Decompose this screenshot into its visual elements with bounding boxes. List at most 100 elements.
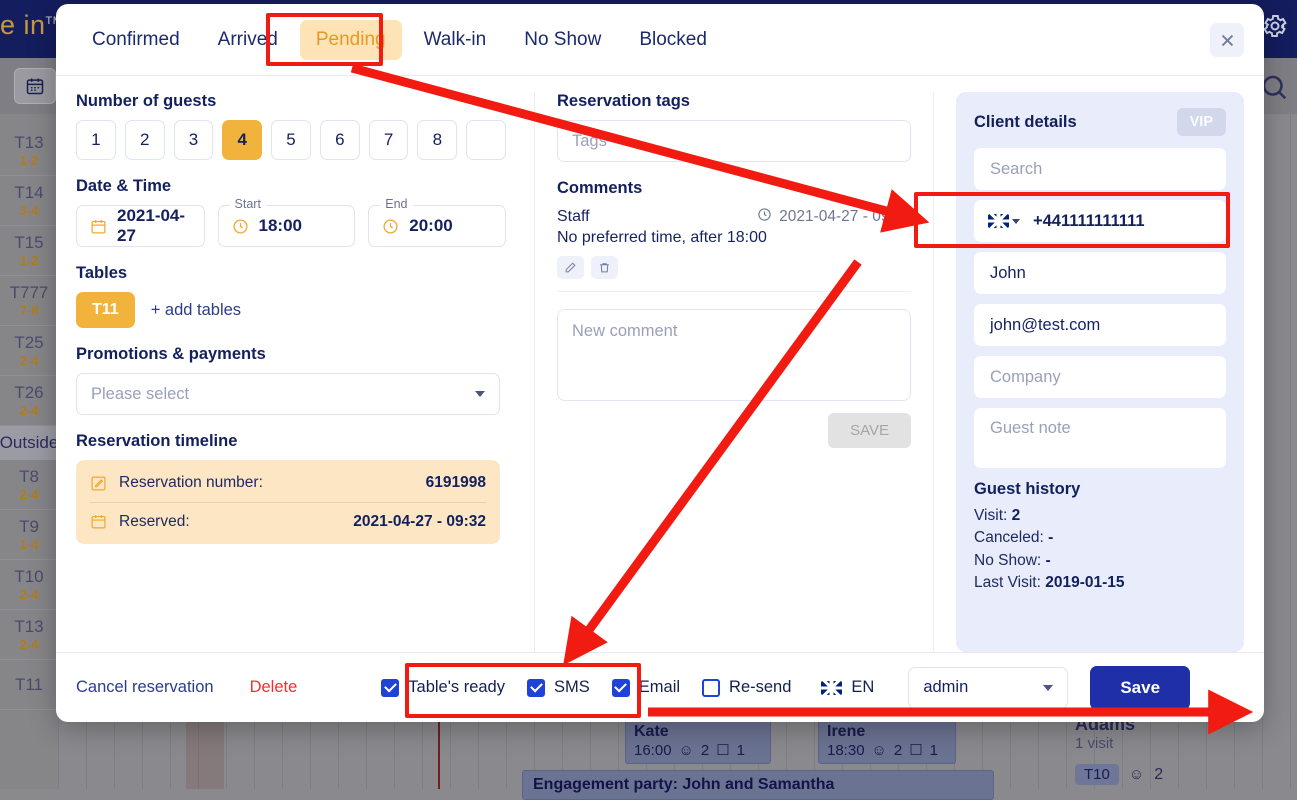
promotions-title: Promotions & payments [76,345,506,364]
table-list-item[interactable]: T26 2-4 [0,376,58,426]
reservation-guest-count: 2 [701,742,709,759]
table-list-item[interactable]: T10 2-4 [0,560,58,610]
guest-visits: 1 visit [1075,735,1297,752]
checkbox-email[interactable]: Email [612,678,680,697]
checkbox-box [702,679,720,697]
table-list-item[interactable]: T777 7-8 [0,276,58,326]
new-comment-input[interactable]: New comment [557,309,911,401]
modal-body: Number of guests 1 2 3 4 5 6 7 8 Date & … [56,76,1264,652]
table-name: T11 [15,675,43,695]
comment-save-button[interactable]: SAVE [828,413,911,448]
user-select-value: admin [923,678,968,697]
add-tables-button[interactable]: + add tables [151,301,241,320]
delete-button[interactable]: Delete [250,678,298,697]
guest-count-6[interactable]: 6 [320,120,360,160]
history-value: - [1046,552,1051,569]
tab-confirmed[interactable]: Confirmed [76,20,196,60]
checkbox-sms[interactable]: SMS [527,678,590,697]
notification-checkbox-group: Table's ready SMS Email Re-send [381,678,791,697]
checkbox-label: Table's ready [408,678,505,697]
table-capacity: 1-2 [20,253,39,268]
guest-party-size: 2 [1154,766,1163,784]
client-panel-header: Client details VIP [974,108,1226,136]
comment-text: No preferred time, after 18:00 [557,229,911,247]
tags-input[interactable]: Tags [557,120,911,162]
reservation-guest-count: 2 [894,742,902,759]
history-label: Canceled: [974,529,1044,546]
date-field[interactable]: 2021-04-27 [76,205,205,247]
timeline-value: 2021-04-27 - 09:32 [353,513,486,531]
save-button[interactable]: Save [1090,666,1190,710]
client-phone-input[interactable]: +441111111111 [974,200,1226,242]
user-select[interactable]: admin [908,667,1068,709]
end-time-field[interactable]: End 20:00 [368,205,506,247]
client-company-input[interactable]: Company [974,356,1226,398]
reservation-booking-count: 1 [737,742,745,759]
person-icon: ☺ [679,742,694,759]
reservation-time: 16:00 [634,742,672,759]
client-search-input[interactable]: Search [974,148,1226,190]
table-list-item[interactable]: T15 1-2 [0,226,58,276]
table-list-item[interactable]: T13 1-2 [0,126,58,176]
comment-header: Staff 2021-04-27 - 09:32 [557,207,911,227]
calendar-icon[interactable] [14,68,56,104]
promotions-select[interactable]: Please select [76,373,500,415]
gear-icon[interactable] [1261,12,1289,40]
table-list-item[interactable]: T14 3-4 [0,176,58,226]
table-name: T15 [14,233,43,253]
vip-badge[interactable]: VIP [1177,108,1226,136]
history-row-no-show: No Show: - [974,550,1226,572]
table-list-item[interactable]: T9 1-4 [0,510,58,560]
guest-history-list: Visit: 2 Canceled: - No Show: - Last Vis… [974,505,1226,595]
table-name: T26 [14,383,43,403]
edit-icon [90,475,107,492]
comment-timestamp: 2021-04-27 - 09:32 [779,208,911,226]
comment-timestamp-wrap: 2021-04-27 - 09:32 [757,207,911,227]
reservation-booking-count: 1 [930,742,938,759]
client-guest-note-input[interactable]: Guest note [974,408,1226,468]
guest-count-3[interactable]: 3 [174,120,214,160]
table-chip-t11[interactable]: T11 [76,292,135,328]
guest-count-1[interactable]: 1 [76,120,116,160]
booking-icon: ☐ [909,741,922,759]
tab-arrived[interactable]: Arrived [202,20,294,60]
event-card[interactable]: Engagement party: John and Samantha [522,770,994,800]
checkbox-label: SMS [554,678,590,697]
guest-count-4[interactable]: 4 [222,120,262,160]
checkbox-tables-ready[interactable]: Table's ready [381,678,505,697]
calendar-icon [90,218,107,235]
reservation-card[interactable]: Kate 16:00 ☺ 2 ☐ 1 [625,718,771,764]
table-list-item[interactable]: T11 [0,660,58,710]
guests-title: Number of guests [76,92,506,111]
checkbox-resend[interactable]: Re-send [702,678,791,697]
tab-blocked[interactable]: Blocked [623,20,723,60]
guest-count-more[interactable] [466,120,506,160]
edit-icon[interactable] [557,256,584,279]
client-panel: Client details VIP Search +441111111111 … [956,92,1244,652]
guest-count-2[interactable]: 2 [125,120,165,160]
guest-count-7[interactable]: 7 [369,120,409,160]
history-label: No Show: [974,552,1041,569]
guest-count-5[interactable]: 5 [271,120,311,160]
table-list-item[interactable]: T25 2-4 [0,326,58,376]
table-list-item[interactable]: T13 2-4 [0,610,58,660]
clock-icon [757,207,772,227]
reservation-card[interactable]: Irene 18:30 ☺ 2 ☐ 1 [818,718,956,764]
tab-no-show[interactable]: No Show [508,20,617,60]
history-value: - [1048,529,1053,546]
table-list-item[interactable]: T8 2-4 [0,460,58,510]
clock-icon [232,218,249,235]
close-icon[interactable] [1210,23,1244,57]
language-selector[interactable]: EN [821,678,874,697]
reservation-time: 18:30 [827,742,865,759]
trash-icon[interactable] [591,256,618,279]
guest-count-8[interactable]: 8 [417,120,457,160]
tab-pending[interactable]: Pending [300,20,402,60]
client-email-input[interactable]: john@test.com [974,304,1226,346]
cancel-reservation-button[interactable]: Cancel reservation [76,678,214,697]
checkbox-label: Email [639,678,680,697]
start-time-field[interactable]: Start 18:00 [218,205,356,247]
tab-walk-in[interactable]: Walk-in [408,20,503,60]
client-name-input[interactable]: John [974,252,1226,294]
modal-footer: Cancel reservation Delete Table's ready … [56,652,1264,722]
